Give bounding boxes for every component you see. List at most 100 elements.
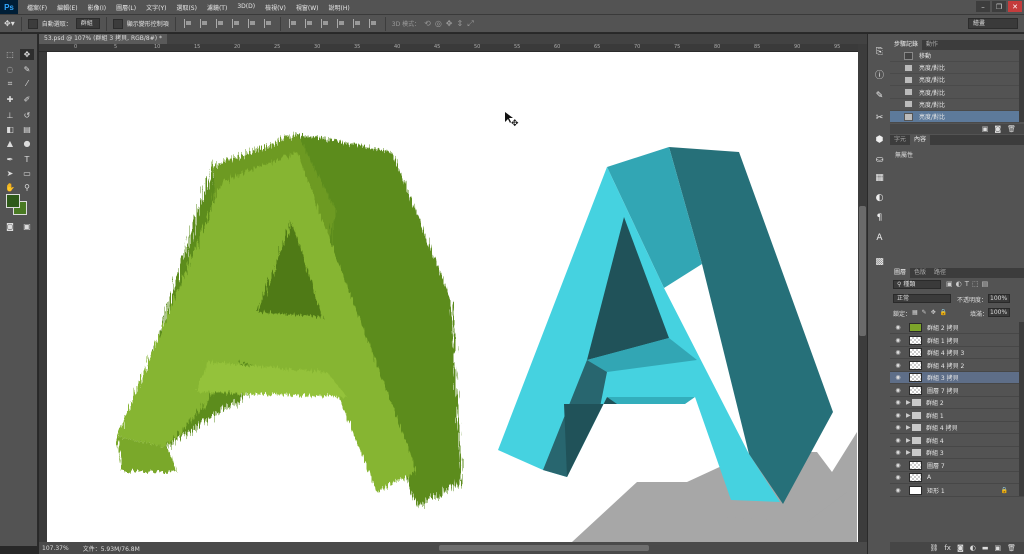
fill-input[interactable]: 100% — [988, 308, 1010, 317]
snapshot-icon[interactable]: ▣ — [982, 125, 989, 133]
layer-row[interactable]: ◉ 群組 4 拷貝 3 — [890, 347, 1024, 360]
visibility-eye-icon[interactable]: ◉ — [893, 449, 903, 456]
visibility-eye-icon[interactable]: ◉ — [893, 374, 903, 381]
align-hcenter-icon[interactable] — [199, 19, 208, 28]
vertical-scroll-thumb[interactable] — [859, 206, 866, 336]
visibility-eye-icon[interactable]: ◉ — [893, 424, 903, 431]
visibility-eye-icon[interactable]: ◉ — [893, 337, 903, 344]
screen-mode-icon[interactable]: ▣ — [20, 221, 34, 232]
brush-tool-icon[interactable]: ✐ — [20, 94, 34, 105]
fx-icon[interactable]: fx — [944, 544, 951, 552]
workspace-dropdown[interactable]: 繪畫 — [968, 18, 1018, 29]
history-item[interactable]: 亮度/對比 — [890, 87, 1020, 99]
menu-item[interactable]: 視窗(W) — [291, 3, 324, 12]
3d-pan-icon[interactable]: ✥ — [446, 19, 453, 28]
visibility-eye-icon[interactable]: ◉ — [893, 399, 903, 406]
layer-group-row[interactable]: ◉ ▶ 群組 3 — [890, 447, 1024, 460]
layer-filter-dropdown[interactable]: ⚲ 種類 — [893, 280, 941, 289]
tab-actions[interactable]: 動作 — [922, 40, 942, 50]
gradient-tool-icon[interactable]: ▤ — [20, 124, 34, 135]
layer-group-row[interactable]: ◉ ▶ 群組 4 拷貝 — [890, 422, 1024, 435]
align-vcenter-icon[interactable] — [247, 19, 256, 28]
distribute-left-icon[interactable] — [336, 19, 345, 28]
3d-slide-icon[interactable]: ⇕ — [457, 19, 464, 28]
distribute-bottom-icon[interactable] — [320, 19, 329, 28]
rectangle-tool-icon[interactable]: ▭ — [20, 168, 34, 179]
layer-group-row[interactable]: ◉ ▶ 群組 1 — [890, 410, 1024, 422]
tab-channels[interactable]: 色版 — [910, 268, 930, 278]
auto-select-dropdown[interactable]: 群組 — [75, 18, 100, 29]
character-styles-icon[interactable]: A — [874, 232, 885, 243]
link-layers-icon[interactable]: ⛓ — [929, 544, 938, 552]
lock-icons[interactable]: ▦✎✥🔒 — [912, 309, 951, 316]
stamp-tool-icon[interactable]: ⊥ — [3, 110, 17, 121]
visibility-eye-icon[interactable]: ◉ — [893, 324, 903, 331]
distribute-vcenter-icon[interactable] — [304, 19, 313, 28]
visibility-eye-icon[interactable]: ◉ — [893, 462, 903, 469]
brush-panel-icon[interactable]: ✎ — [874, 90, 885, 101]
3d-roll-icon[interactable]: ◎ — [435, 19, 442, 28]
visibility-eye-icon[interactable]: ◉ — [893, 349, 903, 356]
menu-item[interactable]: 3D(D) — [232, 3, 260, 12]
quick-mask-icon[interactable]: ◙ — [3, 221, 17, 232]
distribute-hcenter-icon[interactable] — [352, 19, 361, 28]
blend-mode-dropdown[interactable]: 正常 — [893, 294, 951, 303]
restore-button[interactable]: ❐ — [992, 1, 1006, 12]
move-tool-icon[interactable]: ✥ — [20, 49, 34, 60]
pen-tool-icon[interactable]: ✒ — [3, 154, 17, 165]
distribute-top-icon[interactable] — [288, 19, 297, 28]
layer-row[interactable]: ◉ 圖層 7 拷貝 — [890, 385, 1024, 397]
menu-item[interactable]: 影像(I) — [83, 3, 111, 12]
lasso-tool-icon[interactable]: ◌ — [3, 64, 17, 75]
trash-icon[interactable]: 🗑 — [1007, 125, 1016, 133]
auto-select-checkbox[interactable] — [27, 18, 38, 29]
tab-paths[interactable]: 路徑 — [930, 268, 950, 278]
zoom-level[interactable]: 107.37% — [42, 545, 69, 552]
camera-icon[interactable]: ◙ — [994, 125, 1001, 133]
layer-row[interactable]: ◉ 群組 2 拷貝 — [890, 322, 1024, 335]
path-select-tool-icon[interactable]: ➤ — [3, 168, 17, 179]
info-panel-icon[interactable]: ⓘ — [874, 69, 885, 81]
visibility-eye-icon[interactable]: ◉ — [893, 474, 903, 481]
dodge-tool-icon[interactable]: ● — [20, 138, 34, 149]
layer-row[interactable]: ◉ A — [890, 472, 1024, 485]
3d-panel-icon[interactable]: ⬢ — [874, 134, 885, 145]
minimize-button[interactable]: – — [976, 1, 990, 12]
tab-layers[interactable]: 圖層 — [890, 268, 911, 278]
blur-tool-icon[interactable]: ▲ — [3, 138, 17, 149]
history-brush-tool-icon[interactable]: ↺ — [20, 110, 34, 121]
visibility-eye-icon[interactable]: ◉ — [893, 387, 903, 394]
styles-icon[interactable]: ◐ — [874, 192, 885, 203]
clone-source-icon[interactable]: ⛀ — [874, 154, 885, 165]
layer-row[interactable]: ◉ 矩形 1 🔒 — [890, 485, 1024, 497]
history-item[interactable]: 亮度/對比 — [890, 111, 1020, 123]
adjustments-icon[interactable]: ▦ — [874, 172, 885, 183]
menu-item[interactable]: 檔案(F) — [22, 3, 52, 12]
vertical-scrollbar[interactable] — [858, 44, 867, 542]
swatches-icon[interactable]: ▩ — [874, 256, 885, 267]
layer-row[interactable]: ◉ 群組 4 拷貝 2 — [890, 360, 1024, 372]
marquee-tool-icon[interactable]: ⬚ — [3, 49, 17, 60]
layer-group-row[interactable]: ◉ ▶ 群組 4 — [890, 435, 1024, 447]
close-button[interactable]: ✕ — [1008, 1, 1022, 12]
add-mask-icon[interactable]: ◙ — [957, 544, 964, 552]
zoom-tool-icon[interactable]: ⚲ — [20, 182, 34, 193]
healing-tool-icon[interactable]: ✚ — [3, 94, 17, 105]
show-transform-checkbox[interactable] — [112, 18, 123, 29]
menu-item[interactable]: 文字(Y) — [141, 3, 171, 12]
visibility-eye-icon[interactable]: ◉ — [893, 487, 903, 494]
history-item[interactable]: 亮度/對比 — [890, 74, 1020, 87]
tab-character[interactable]: 字元 — [890, 135, 910, 145]
menu-item[interactable]: 檢視(V) — [260, 3, 291, 12]
opacity-input[interactable]: 100% — [988, 294, 1010, 303]
hand-tool-icon[interactable]: ✋ — [3, 182, 17, 193]
horizontal-scroll-thumb[interactable] — [439, 545, 649, 551]
align-top-icon[interactable] — [231, 19, 240, 28]
layer-row[interactable]: ◉ 圖層 7 — [890, 460, 1024, 472]
new-group-icon[interactable]: ▬ — [982, 544, 989, 552]
align-bottom-icon[interactable] — [263, 19, 272, 28]
history-item[interactable]: 亮度/對比 — [890, 62, 1020, 75]
eyedropper-tool-icon[interactable]: ⁄ — [20, 78, 34, 89]
3d-scale-icon[interactable]: ⤢ — [467, 19, 473, 29]
layer-filter-icons[interactable]: ▣◐T⬚▤ — [946, 280, 991, 288]
